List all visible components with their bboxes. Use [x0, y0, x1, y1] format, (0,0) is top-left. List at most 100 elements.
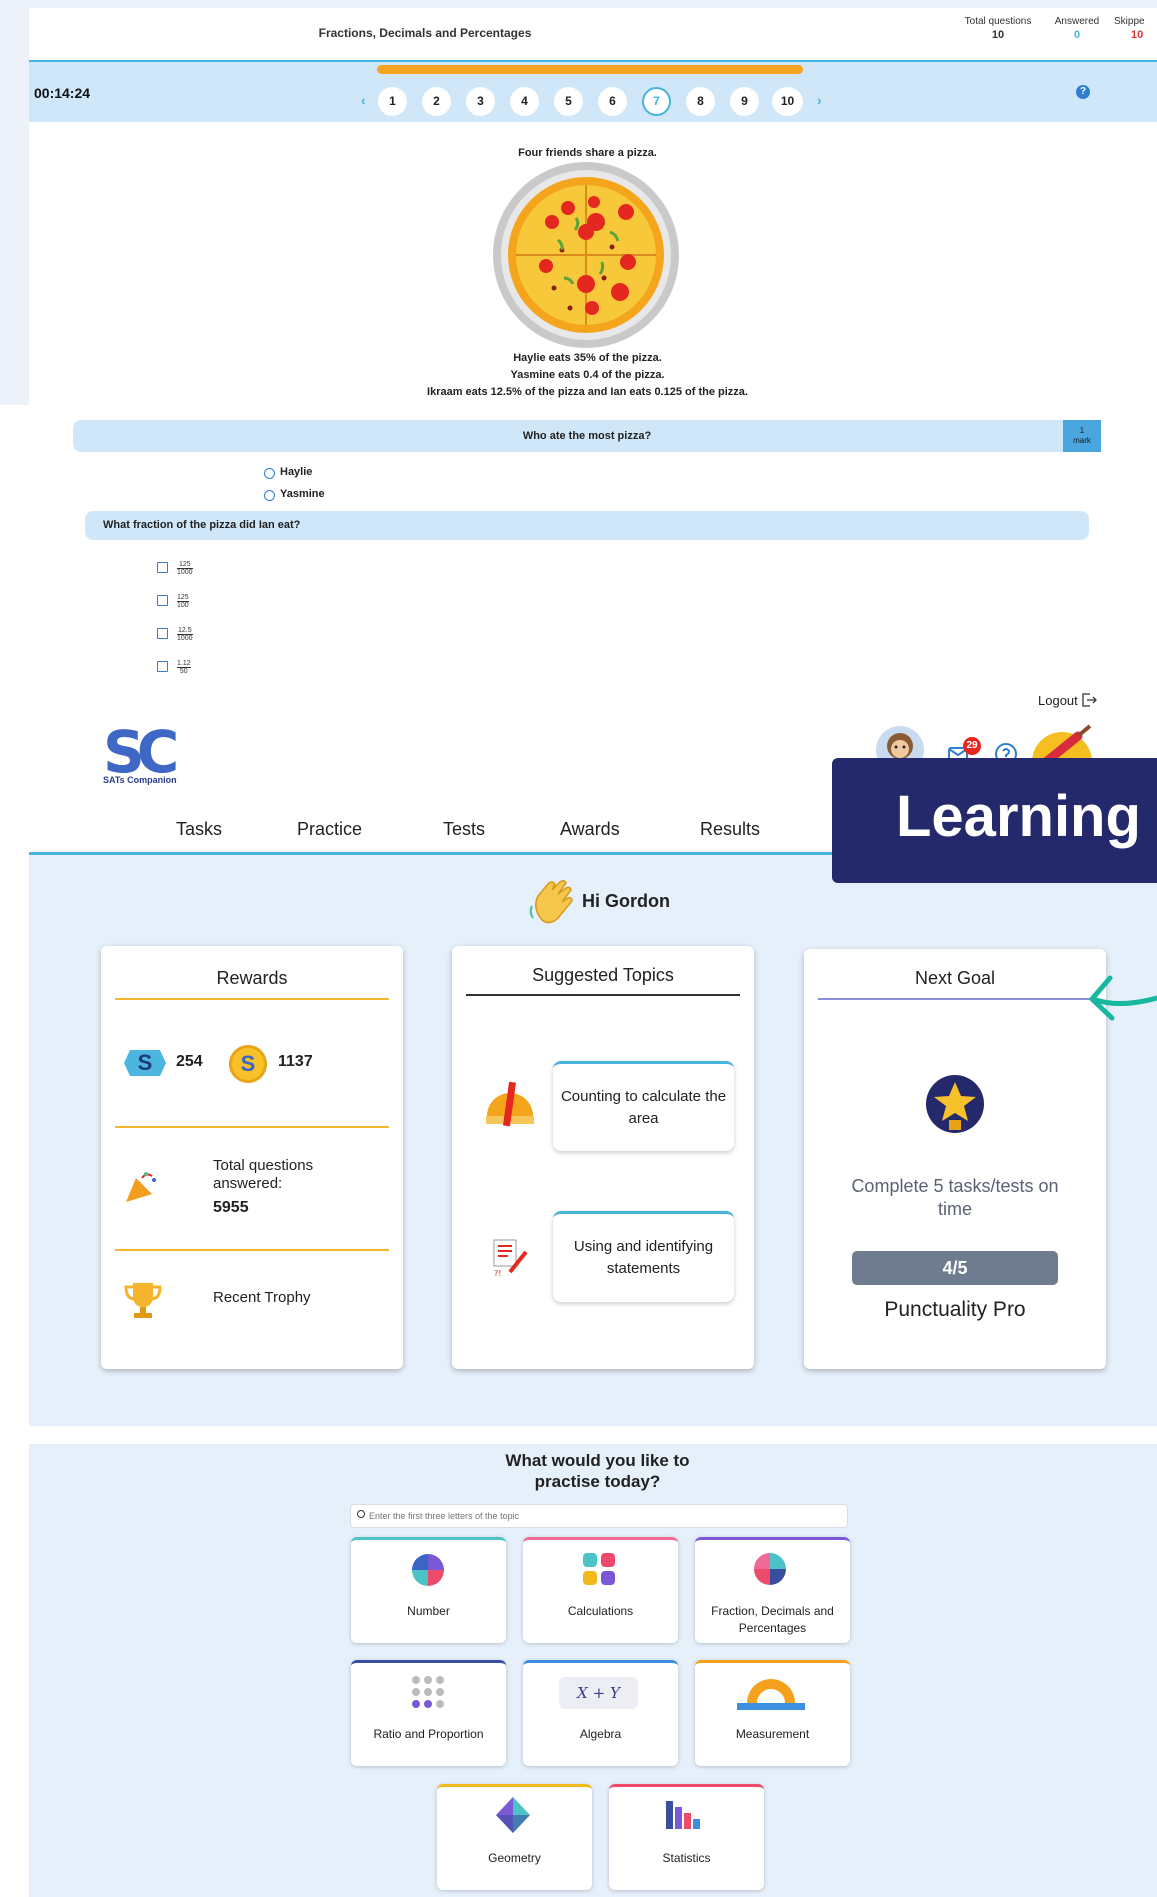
suggested-topics-card	[452, 946, 754, 1369]
option-checkbox[interactable]	[157, 562, 168, 573]
help-icon[interactable]: ?	[1076, 85, 1090, 99]
stat-answered: Answered 0	[1054, 16, 1100, 41]
logout-button[interactable]: Logout	[1038, 692, 1098, 708]
part2-question-band: What fraction of the pizza did Ian eat?	[85, 511, 1089, 540]
question-number-button[interactable]: 1	[378, 87, 407, 116]
quiz-progress-bar	[377, 65, 803, 74]
fraction-option: 12.5 1000	[177, 627, 193, 642]
party-popper-icon	[126, 1172, 156, 1202]
prev-question-arrow[interactable]: ‹	[361, 92, 366, 108]
algebra-icon: X + Y	[559, 1677, 638, 1709]
option-checkbox[interactable]	[157, 661, 168, 672]
rewards-divider	[115, 1249, 389, 1251]
pizza-image	[493, 162, 679, 348]
tab-tasks[interactable]: Tasks	[176, 819, 222, 840]
goal-name: Punctuality Pro	[884, 1298, 1026, 1321]
tab-awards[interactable]: Awards	[560, 819, 620, 840]
tab-tests[interactable]: Tests	[443, 819, 485, 840]
topic-tile-label: Number	[407, 1604, 450, 1618]
rewards-divider	[115, 1126, 389, 1128]
logout-label: Logout	[1038, 693, 1078, 708]
next-goal-divider	[818, 998, 1092, 1000]
trophy-icon	[124, 1283, 162, 1318]
topic-tile-label: Fraction, Decimals and Percentages	[711, 1604, 834, 1635]
suggested-topics-title: Suggested Topics	[532, 965, 674, 985]
gem-glyph: S	[137, 1050, 153, 1075]
topic-tile-label: Ratio and Proportion	[373, 1727, 484, 1741]
calculations-icon	[583, 1553, 615, 1585]
quiz-timer: 00:14:24	[34, 85, 91, 101]
pie-chart-icon	[754, 1553, 786, 1585]
option-label: Yasmine	[280, 488, 325, 500]
option-radio-haylie[interactable]	[264, 468, 275, 479]
question-number-button[interactable]: 3	[466, 87, 495, 116]
topic-tile-label: Geometry	[488, 1851, 541, 1865]
statistics-icon	[666, 1801, 700, 1829]
search-icon	[357, 1510, 365, 1518]
question-intro: Four friends share a pizza.	[518, 147, 657, 159]
suggested-topic-counting-area[interactable]: Counting to calculate the area	[553, 1061, 734, 1151]
question-number-button[interactable]: 2	[422, 87, 451, 116]
measurement-icon	[737, 1679, 805, 1710]
goal-trophy-icon	[926, 1075, 984, 1133]
option-radio-yasmine[interactable]	[264, 490, 275, 501]
topic-tile-label: Measurement	[735, 1727, 810, 1741]
number-icon	[412, 1554, 444, 1586]
greeting: Hi Gordon	[582, 891, 670, 911]
practice-title: What would you like to practise today?	[505, 1451, 690, 1491]
suggested-topic-statements[interactable]: Using and identifying statements	[553, 1211, 734, 1302]
question-number-button-current[interactable]: 7	[642, 87, 671, 116]
rewards-divider	[115, 998, 389, 1000]
question-line: Haylie eats 35% of the pizza.	[513, 352, 662, 364]
stat-skipped: Skippe 10	[1114, 16, 1145, 41]
recent-trophy-label: Recent Trophy	[213, 1289, 311, 1306]
mark-badge: 1 mark	[1063, 420, 1101, 452]
fraction-option: 125 1000	[177, 561, 193, 576]
topic-tile-label: Statistics	[662, 1851, 711, 1865]
next-goal-title: Next Goal	[914, 968, 996, 988]
fraction-option: 1.12 50	[177, 660, 191, 675]
option-checkbox[interactable]	[157, 628, 168, 639]
geometry-icon	[496, 1797, 530, 1833]
question-line: Yasmine eats 0.4 of the pizza.	[510, 369, 665, 381]
logout-icon	[1082, 693, 1098, 707]
arrow-annotation-icon	[1089, 975, 1157, 1021]
total-questions-value: 5955	[213, 1199, 249, 1216]
stat-total: Total questions 10	[964, 16, 1032, 41]
learning-banner-text: Learning	[896, 784, 1141, 849]
topic-tile-algebra[interactable]: Algebra	[523, 1660, 678, 1766]
tab-practice[interactable]: Practice	[297, 819, 362, 840]
question-number-button[interactable]: 10	[772, 87, 803, 116]
notification-badge: 29	[963, 737, 981, 755]
rewards-title: Rewards	[216, 968, 288, 988]
goal-progress-bar: 4/5	[852, 1251, 1058, 1285]
statements-icon: ?!	[493, 1239, 528, 1278]
part1-question-band: Who ate the most pizza?	[73, 420, 1101, 452]
quiz-title: Fractions, Decimals and Percentages	[318, 26, 532, 40]
question-number-button[interactable]: 6	[598, 87, 627, 116]
question-number-button[interactable]: 4	[510, 87, 539, 116]
coins-count: 1137	[278, 1053, 313, 1070]
tab-results[interactable]: Results	[700, 819, 760, 840]
coin-icon: S	[229, 1045, 267, 1083]
waving-hand-icon	[529, 879, 573, 924]
topic-tile-measurement[interactable]: Measurement	[695, 1660, 850, 1766]
gems-count: 254	[176, 1053, 203, 1070]
ratio-dots-icon	[412, 1676, 444, 1708]
question-number-button[interactable]: 9	[730, 87, 759, 116]
topic-tile-label: Calculations	[567, 1604, 634, 1618]
logo-caption: SATs Companion	[103, 775, 177, 785]
question-line: Ikraam eats 12.5% of the pizza and Ian e…	[427, 386, 748, 398]
total-questions-label: Total questions answered:	[213, 1157, 314, 1192]
topic-tile-label: Algebra	[579, 1727, 622, 1741]
question-number-button[interactable]: 5	[554, 87, 583, 116]
svg-text:?!: ?!	[494, 1269, 501, 1278]
suggested-divider	[466, 994, 740, 996]
learning-banner-text-clip: Learning	[896, 758, 1157, 883]
option-checkbox[interactable]	[157, 595, 168, 606]
question-number-button[interactable]: 8	[686, 87, 715, 116]
protractor-icon	[486, 1081, 534, 1127]
next-question-arrow[interactable]: ›	[817, 92, 822, 108]
fraction-option: 125 100	[177, 594, 189, 609]
topic-search-input[interactable]	[350, 1504, 848, 1528]
